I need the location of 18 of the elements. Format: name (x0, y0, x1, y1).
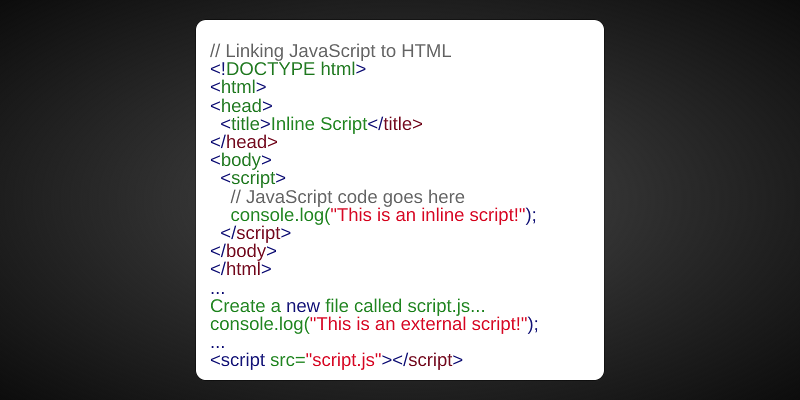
code-line: <script src="script.js"></script> (210, 351, 464, 370)
code-line: </html> (210, 260, 272, 279)
code-line: Create a new file called script.js... (210, 296, 486, 316)
code-line: </script> (219, 224, 292, 242)
code-line: // Linking JavaScript to HTML (210, 42, 452, 60)
code-line: console.log("This is an inline script!"); (230, 206, 537, 224)
code-line: <html> (210, 78, 267, 97)
code-line: </head> (210, 133, 278, 152)
code-line: <head> (210, 96, 273, 115)
code-line: <body> (210, 151, 272, 170)
code-line: console.log("This is an external script!"); (210, 315, 539, 334)
code-line: </body> (210, 242, 277, 260)
code-line: <title>Inline Script</title> (219, 114, 423, 134)
code-line: ... (210, 278, 226, 297)
code-line: // JavaScript code goes here (230, 188, 466, 206)
code-line: <script> (219, 169, 286, 188)
code-line: <!DOCTYPE html> (210, 60, 366, 78)
code-line: ... (210, 333, 226, 352)
